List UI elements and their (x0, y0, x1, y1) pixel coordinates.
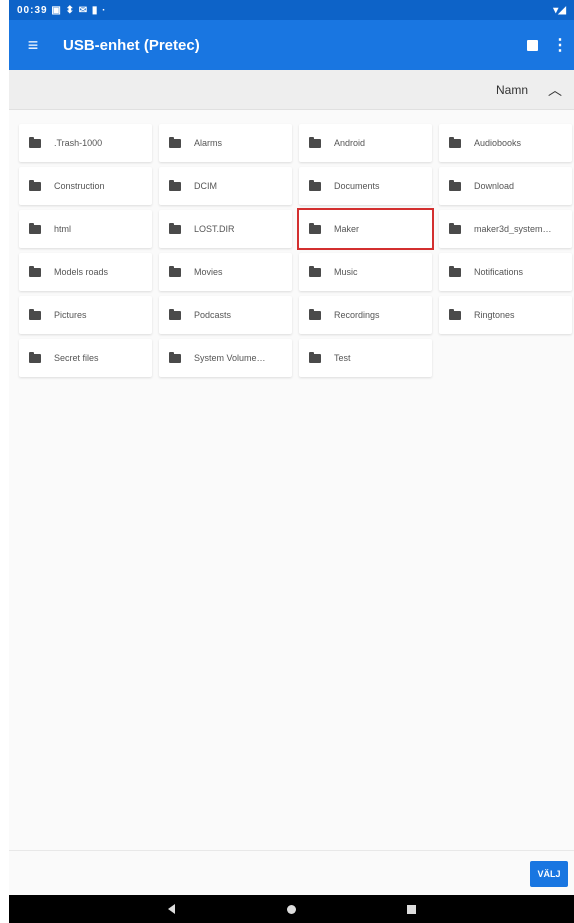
grid-view-icon (526, 39, 538, 51)
folder-item[interactable]: Secret files (19, 339, 152, 377)
folder-icon (449, 265, 461, 277)
folder-item[interactable]: Notifications (439, 253, 572, 291)
screen: 00:39 ▣ ⬍ ✉ ▮ · ▾◢ ≡ USB-enhet (Pretec) … (9, 0, 574, 923)
folder-label: html (54, 224, 72, 234)
folder-icon (29, 265, 41, 277)
folder-item[interactable]: Download (439, 167, 572, 205)
folder-item[interactable]: Maker (297, 208, 434, 250)
folder-item[interactable]: Music (299, 253, 432, 291)
page-title: USB-enhet (Pretec) (63, 36, 200, 54)
status-bar-left: 00:39 ▣ ⬍ ✉ ▮ · (17, 4, 107, 16)
folder-label: Pictures (54, 310, 87, 320)
folder-icon (169, 136, 181, 148)
folder-item[interactable]: System Volume… (159, 339, 292, 377)
sort-bar: Namn ︿ (9, 70, 574, 110)
folder-icon (169, 265, 181, 277)
folder-icon (29, 222, 41, 234)
folder-icon (449, 179, 461, 191)
folder-icon (29, 136, 41, 148)
folder-item[interactable]: .Trash-1000 (19, 124, 152, 162)
folder-label: Podcasts (194, 310, 232, 320)
home-button[interactable] (232, 904, 352, 914)
folder-item[interactable]: Audiobooks (439, 124, 572, 162)
bottom-action-area: VÄLJ (9, 850, 574, 895)
back-button[interactable] (112, 904, 232, 914)
folder-icon (169, 222, 181, 234)
folder-item[interactable]: Pictures (19, 296, 152, 334)
sort-by-name-button[interactable]: Namn (496, 83, 528, 97)
folder-icon (169, 179, 181, 191)
folder-icon (449, 308, 461, 320)
folder-icon (309, 351, 321, 363)
folder-label: System Volume… (194, 353, 266, 363)
back-icon (168, 904, 175, 914)
folder-label: Documents (334, 181, 380, 191)
folder-label: maker3d_system… (474, 224, 552, 234)
folder-label: Music (334, 267, 358, 277)
folder-icon (29, 308, 41, 320)
folder-label: Recordings (334, 310, 380, 320)
more-options-button[interactable]: ⋮ (546, 20, 574, 70)
folder-label: Construction (54, 181, 105, 191)
folder-item[interactable]: Podcasts (159, 296, 292, 334)
folder-item[interactable]: Models roads (19, 253, 152, 291)
recents-button[interactable] (352, 904, 472, 914)
home-icon (287, 904, 296, 914)
hamburger-menu-icon[interactable]: ≡ (9, 20, 57, 70)
folder-item[interactable]: Android (299, 124, 432, 162)
folder-label: Download (474, 181, 515, 191)
select-button[interactable]: VÄLJ (530, 861, 568, 887)
folder-label: Notifications (474, 267, 524, 277)
folder-label: Maker (334, 224, 360, 234)
folder-icon (449, 136, 461, 148)
folder-icon (29, 179, 41, 191)
folder-icon (309, 136, 321, 148)
chevron-up-icon[interactable]: ︿ (548, 80, 562, 100)
folder-label: Movies (194, 267, 223, 277)
grid-view-button[interactable] (518, 20, 546, 70)
folder-label: Models roads (54, 267, 109, 277)
app-bar: ≡ USB-enhet (Pretec) ⋮ (9, 20, 574, 70)
folder-label: Secret files (54, 353, 99, 363)
folder-icon (309, 308, 321, 320)
folder-item[interactable]: Alarms (159, 124, 292, 162)
folder-item[interactable]: Construction (19, 167, 152, 205)
folder-label: .Trash-1000 (54, 138, 103, 148)
folder-label: DCIM (194, 181, 217, 191)
more-vert-icon: ⋮ (552, 37, 568, 54)
folder-item[interactable]: LOST.DIR (159, 210, 292, 248)
folder-icon (29, 351, 41, 363)
folder-item[interactable]: Test (299, 339, 432, 377)
folder-icon (169, 351, 181, 363)
folder-icon (309, 179, 321, 191)
folder-label: LOST.DIR (194, 224, 235, 234)
folder-label: Ringtones (474, 310, 515, 320)
status-bar: 00:39 ▣ ⬍ ✉ ▮ · ▾◢ (9, 0, 574, 20)
folder-label: Test (334, 353, 351, 363)
folder-item[interactable]: Recordings (299, 296, 432, 334)
folder-grid: .Trash-1000 Alarms Android Audiobooks Constr… (19, 124, 574, 377)
folder-item[interactable]: DCIM (159, 167, 292, 205)
recents-icon (407, 904, 416, 914)
folder-item[interactable]: Movies (159, 253, 292, 291)
folder-label: Alarms (194, 138, 223, 148)
folder-icon (169, 308, 181, 320)
folder-item[interactable]: html (19, 210, 152, 248)
folder-icon (309, 265, 321, 277)
folder-item[interactable]: Documents (299, 167, 432, 205)
folder-icon (309, 222, 321, 234)
folder-icon (449, 222, 461, 234)
folder-label: Audiobooks (474, 138, 522, 148)
navigation-bar (9, 895, 574, 923)
folder-label: Android (334, 138, 366, 148)
status-bar-right: ▾◢ (553, 4, 566, 16)
folder-item[interactable]: maker3d_system… (439, 210, 572, 248)
folder-item[interactable]: Ringtones (439, 296, 572, 334)
